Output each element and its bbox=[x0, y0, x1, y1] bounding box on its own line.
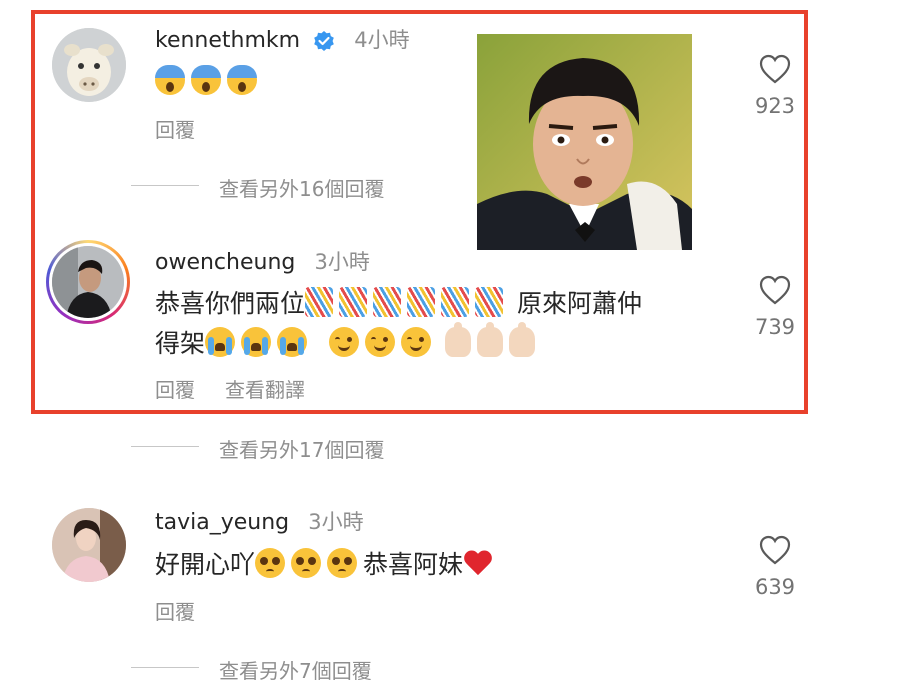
avatar-owencheung bbox=[52, 246, 124, 318]
loudly-crying-emoji-icon bbox=[241, 327, 272, 357]
confetti-ball-emoji-icon bbox=[475, 287, 504, 317]
username[interactable]: tavia_yeung bbox=[155, 510, 289, 535]
view-more-replies-button[interactable]: 查看另外7個回覆 bbox=[219, 655, 372, 684]
like-count: 639 bbox=[754, 575, 796, 599]
thumbs-up-emoji-icon bbox=[508, 322, 535, 357]
like-group: 739 bbox=[745, 275, 805, 339]
confetti-ball-emoji-icon bbox=[339, 287, 368, 317]
thumbs-up-emoji-icon bbox=[476, 322, 503, 357]
reply-button[interactable]: 回覆 bbox=[155, 600, 195, 624]
confetti-ball-emoji-icon bbox=[441, 287, 470, 317]
avatar-story-ring[interactable] bbox=[46, 240, 130, 324]
pleading-face-emoji-icon bbox=[291, 548, 322, 578]
confetti-ball-emoji-icon bbox=[373, 287, 402, 317]
reply-button[interactable]: 回覆 bbox=[155, 378, 195, 402]
comment-actions: 回覆 bbox=[155, 114, 225, 143]
comment-text-mid: 原來阿蕭仲 bbox=[516, 289, 642, 318]
loudly-crying-emoji-icon bbox=[205, 327, 236, 357]
red-heart-emoji-icon bbox=[463, 548, 493, 578]
comment-actions: 回覆 bbox=[155, 596, 225, 625]
pleading-face-emoji-icon bbox=[327, 548, 358, 578]
heart-outline-icon[interactable] bbox=[759, 54, 791, 88]
face-screaming-emoji-icon bbox=[191, 65, 221, 95]
face-screaming-emoji-icon bbox=[155, 65, 185, 95]
heart-outline-icon[interactable] bbox=[759, 275, 791, 309]
comment-text-start: 恭喜你們兩位 bbox=[155, 289, 306, 318]
comment-time: 3小時 bbox=[308, 510, 364, 534]
comment-time: 4小時 bbox=[354, 28, 410, 52]
meme-photo bbox=[477, 34, 692, 250]
comment-header: kennethmkm 4小時 bbox=[155, 24, 410, 56]
face-screaming-emoji-icon bbox=[227, 65, 257, 95]
replies-divider bbox=[131, 185, 199, 186]
comment-actions: 回覆 查看翻譯 bbox=[155, 374, 335, 403]
username[interactable]: owencheung bbox=[155, 250, 295, 275]
username[interactable]: kennethmkm bbox=[155, 28, 300, 53]
like-count: 923 bbox=[754, 94, 796, 118]
like-group: 639 bbox=[745, 535, 805, 599]
comment-text: 恭喜你們兩位 原來阿蕭仲 bbox=[155, 282, 642, 326]
replies-divider bbox=[131, 667, 199, 668]
view-more-replies-button[interactable]: 查看另外17個回覆 bbox=[219, 434, 384, 463]
confetti-ball-emoji-icon bbox=[407, 287, 436, 317]
smiling-face-emoji-icon bbox=[328, 327, 359, 357]
pleading-face-emoji-icon bbox=[255, 548, 286, 578]
comment-text: 好開心吖 恭喜阿妹 bbox=[155, 543, 499, 587]
thumbs-up-emoji-icon bbox=[444, 322, 471, 357]
smiling-face-emoji-icon bbox=[364, 327, 395, 357]
like-count: 739 bbox=[754, 315, 796, 339]
heart-outline-icon[interactable] bbox=[759, 535, 791, 569]
view-more-replies-button[interactable]: 查看另外16個回覆 bbox=[219, 173, 384, 202]
verified-badge-icon bbox=[313, 30, 335, 56]
replies-divider bbox=[131, 446, 199, 447]
avatar-kennethmkm[interactable] bbox=[52, 28, 126, 102]
comment-text-line2: 得架 bbox=[155, 322, 541, 366]
loudly-crying-emoji-icon bbox=[277, 327, 308, 357]
comment-text-end: 恭喜阿妹 bbox=[363, 550, 464, 579]
comment-header: tavia_yeung 3小時 bbox=[155, 506, 364, 536]
comment-header: owencheung 3小時 bbox=[155, 246, 370, 276]
like-group: 923 bbox=[745, 54, 805, 118]
smiling-face-emoji-icon bbox=[400, 327, 431, 357]
confetti-ball-emoji-icon bbox=[305, 287, 334, 317]
reply-button[interactable]: 回覆 bbox=[155, 118, 195, 142]
see-translation-button[interactable]: 查看翻譯 bbox=[225, 378, 305, 402]
avatar-tavia-yeung[interactable] bbox=[52, 508, 126, 582]
comment-text-start: 好開心吖 bbox=[155, 550, 256, 579]
comment-text bbox=[155, 60, 263, 104]
comment-text-line2-start: 得架 bbox=[155, 329, 206, 358]
comment-time: 3小時 bbox=[314, 250, 370, 274]
